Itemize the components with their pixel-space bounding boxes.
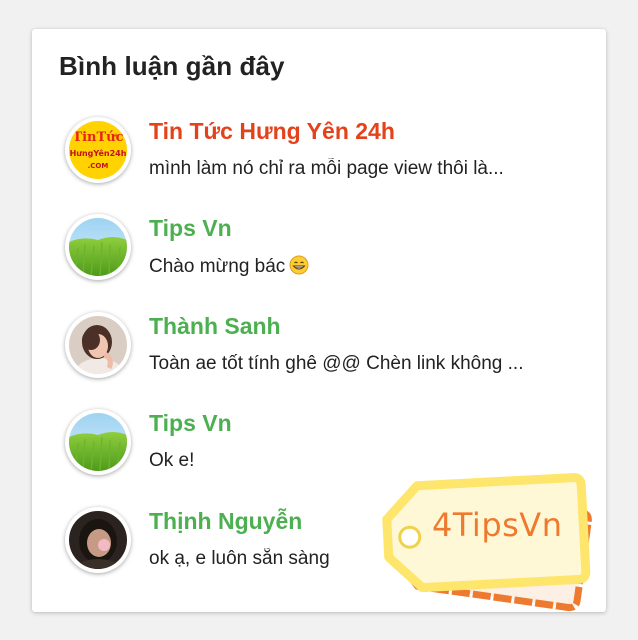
avatar[interactable]: [65, 214, 131, 280]
avatar[interactable]: [65, 507, 131, 573]
portrait-girl-icon: [69, 316, 127, 374]
widget-title: Bình luận gần đây: [59, 51, 285, 81]
comment-author-link[interactable]: Tin Tức Hưng Yên 24h: [149, 118, 395, 145]
grass-field-icon: [69, 413, 127, 471]
logo-text: 4TipsVn: [432, 506, 563, 544]
news-logo-icon: TinTức HưngYên24h .COM: [69, 121, 127, 179]
comment-author-link[interactable]: Thành Sanh: [149, 313, 281, 340]
avatar-logo-line1: TinTức: [72, 130, 123, 145]
comment-excerpt[interactable]: mình làm nó chỉ ra mỗi page view thôi là…: [149, 158, 569, 180]
avatar[interactable]: TinTức HưngYên24h .COM: [65, 117, 131, 183]
price-tag-icon: [382, 473, 592, 612]
portrait-dark-icon: [69, 511, 127, 569]
grinning-emoji-icon: [289, 255, 309, 281]
avatar-logo-line2: HưngYên24h: [70, 148, 127, 158]
site-logo-watermark: 4TipsVn: [380, 470, 600, 620]
grass-field-icon: [69, 218, 127, 276]
comment-excerpt[interactable]: Toàn ae tốt tính ghê @@ Chèn link không …: [149, 353, 569, 375]
comment-item[interactable]: Thành Sanh Toàn ae tốt tính ghê @@ Chèn …: [65, 312, 585, 392]
comment-author-link[interactable]: Tips Vn: [149, 410, 232, 437]
comment-excerpt[interactable]: Ok e!: [149, 450, 569, 472]
comment-item[interactable]: TinTức HưngYên24h .COM Tin Tức Hưng Yên …: [65, 117, 585, 197]
comment-excerpt[interactable]: Chào mừng bác: [149, 255, 569, 281]
comment-author-link[interactable]: Thịnh Nguyễn: [149, 508, 302, 535]
comment-excerpt-text: Chào mừng bác: [149, 256, 286, 277]
comment-item[interactable]: Tips Vn Chào mừng bác: [65, 214, 585, 294]
avatar-logo-line3: .COM: [88, 162, 109, 170]
avatar[interactable]: [65, 409, 131, 475]
comment-author-link[interactable]: Tips Vn: [149, 215, 232, 242]
avatar[interactable]: [65, 312, 131, 378]
